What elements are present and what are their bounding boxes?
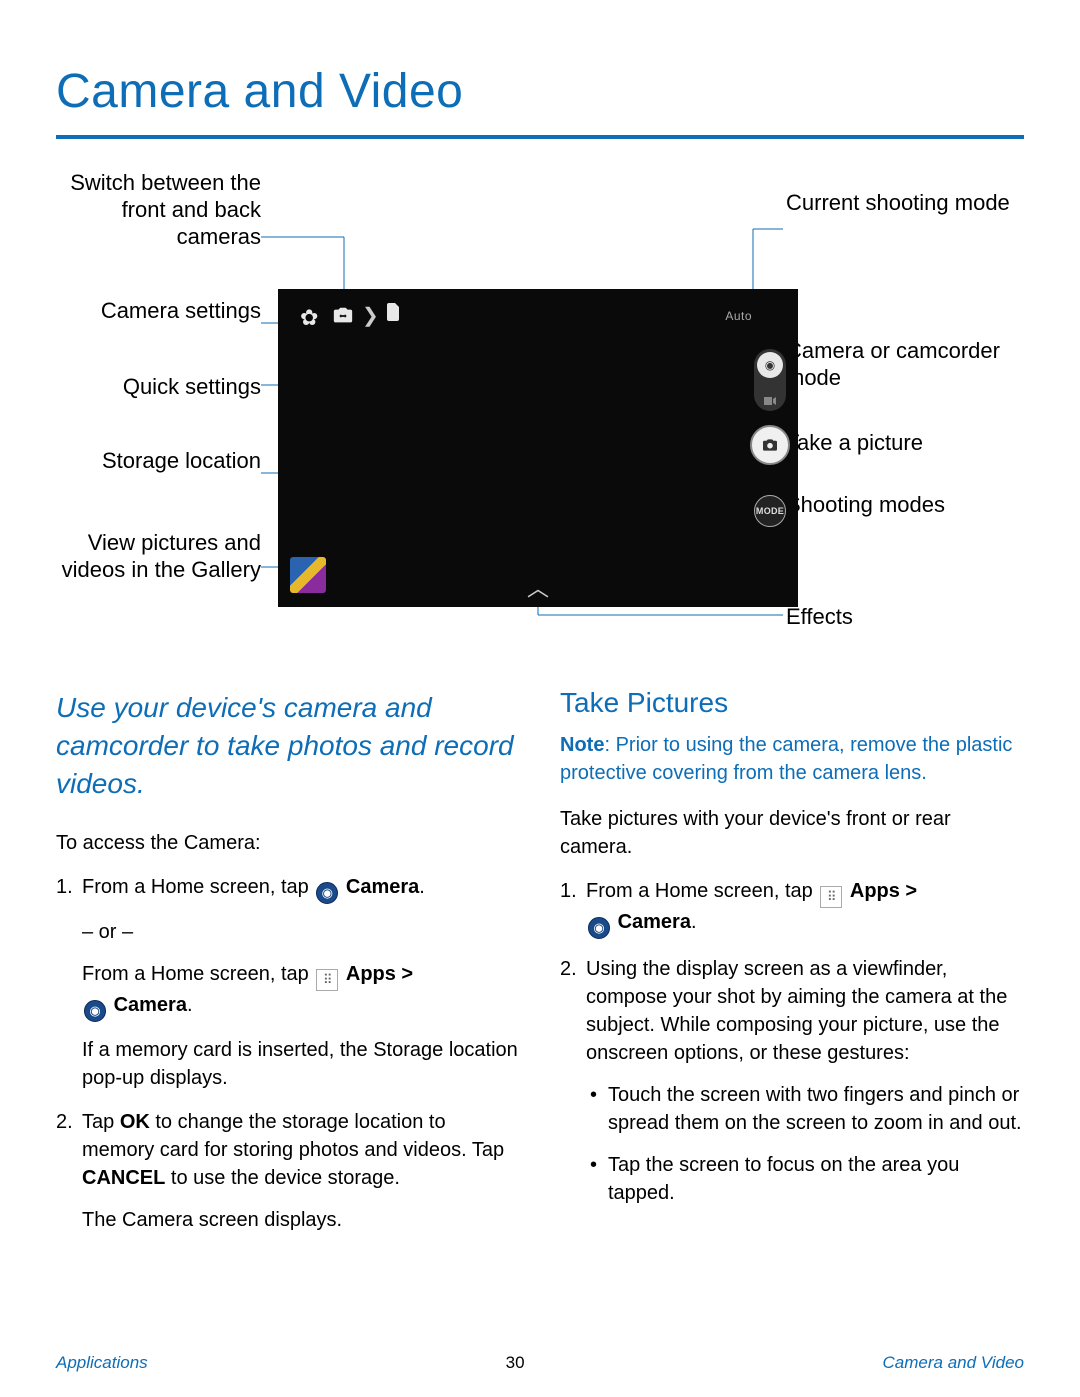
camera-screenshot: ✿ ❯ Auto ◉ MODE ︿	[278, 289, 798, 607]
step-1: 1. From a Home screen, tap ◉ Camera. – o…	[56, 873, 520, 1092]
shutter-button	[750, 425, 790, 465]
label-cam-camcorder: Camera or camcorder mode	[786, 337, 1026, 391]
mode-button: MODE	[754, 495, 786, 527]
camera-camcorder-toggle: ◉	[754, 349, 786, 411]
gesture-pinch: Touch the screen with two fingers and pi…	[586, 1081, 1024, 1137]
page-title: Camera and Video	[56, 40, 1024, 139]
label-shooting-modes: Shooting modes	[786, 491, 945, 518]
label-view-gallery: View pictures and videos in the Gallery	[56, 529, 261, 583]
label-effects: Effects	[786, 603, 853, 630]
camera-app-icon: ◉	[316, 882, 338, 904]
left-column: Use your device's camera and camcorder t…	[56, 689, 520, 1250]
video-mode-icon	[764, 393, 776, 403]
apps-icon: ⠿	[820, 886, 842, 908]
camera-app-icon: ◉	[84, 1000, 106, 1022]
label-current-mode: Current shooting mode	[786, 189, 1010, 216]
right-step-1: 1. From a Home screen, tap ⠿ Apps > ◉ Ca…	[560, 877, 1024, 939]
camera-mode-icon: ◉	[757, 352, 783, 378]
label-quick-settings: Quick settings	[123, 373, 261, 400]
footer-section: Applications	[56, 1353, 148, 1373]
camera-diagram: Switch between the front and back camera…	[56, 169, 1024, 669]
take-pictures-heading: Take Pictures	[560, 689, 1024, 717]
right-step-2: 2. Using the display screen as a viewfin…	[560, 955, 1024, 1221]
gallery-thumbnail	[290, 557, 326, 593]
intro-text: Use your device's camera and camcorder t…	[56, 689, 520, 803]
label-camera-settings: Camera settings	[101, 297, 261, 324]
note-text: Note: Prior to using the camera, remove …	[560, 731, 1024, 787]
take-body: Take pictures with your device's front o…	[560, 805, 1024, 861]
footer-topic: Camera and Video	[883, 1353, 1024, 1373]
chevron-up-icon: ︿	[527, 571, 549, 603]
apps-icon: ⠿	[316, 969, 338, 991]
switch-camera-icon	[332, 305, 354, 327]
page-footer: Applications 30 Camera and Video	[0, 1353, 1080, 1373]
camera-app-icon: ◉	[588, 917, 610, 939]
label-take-picture: Take a picture	[786, 429, 923, 456]
step-2: 2. Tap OK to change the storage location…	[56, 1108, 520, 1234]
footer-page-number: 30	[506, 1353, 525, 1373]
gesture-tap-focus: Tap the screen to focus on the area you …	[586, 1151, 1024, 1207]
label-storage-location: Storage location	[102, 447, 261, 474]
right-column: Take Pictures Note: Prior to using the c…	[560, 689, 1024, 1250]
storage-icon	[387, 303, 399, 321]
chevron-right-icon: ❯	[362, 303, 379, 328]
camera-icon	[761, 438, 779, 452]
label-switch-cameras: Switch between the front and back camera…	[56, 169, 261, 250]
gear-icon: ✿	[300, 305, 318, 331]
auto-mode-label: Auto	[725, 309, 752, 323]
access-heading: To access the Camera:	[56, 829, 520, 857]
